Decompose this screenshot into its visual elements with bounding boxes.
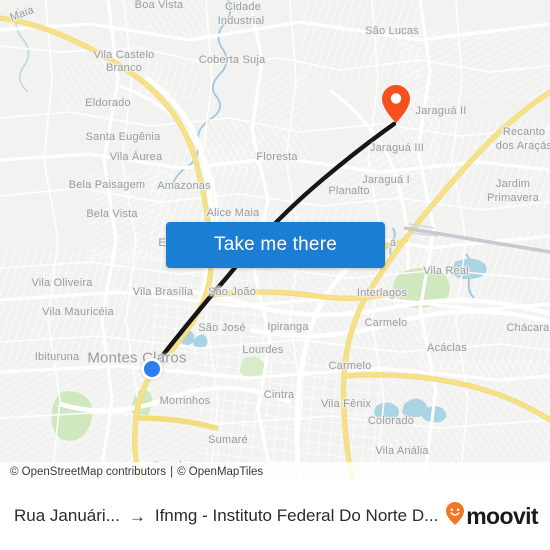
- attribution-osm[interactable]: © OpenStreetMap contributors: [10, 466, 166, 478]
- route-origin-label: Rua Januári...: [14, 506, 120, 525]
- map-attribution: © OpenStreetMap contributors | © OpenMap…: [0, 462, 550, 480]
- moovit-map-screen: Maia Boa Vista Cidade Industrial São Lucas Vi…: [0, 0, 550, 550]
- origin-location-dot[interactable]: [141, 358, 163, 380]
- take-me-there-button[interactable]: Take me there: [166, 222, 385, 268]
- moovit-logo[interactable]: moovit: [446, 502, 539, 530]
- arrow-right-icon: →: [128, 506, 146, 526]
- map-viewport[interactable]: Maia Boa Vista Cidade Industrial São Lucas Vi…: [0, 0, 550, 480]
- moovit-pin-icon: [446, 502, 465, 530]
- route-destination-label: Ifnmg - Instituto Federal Do Norte D...: [154, 506, 439, 525]
- attribution-separator: |: [170, 466, 174, 478]
- attribution-tiles[interactable]: © OpenMapTiles: [177, 466, 263, 478]
- route-footer-bar: Rua Januári... → Ifnmg - Instituto Feder…: [0, 482, 550, 550]
- route-summary[interactable]: Rua Januári... → Ifnmg - Instituto Feder…: [14, 506, 440, 526]
- moovit-wordmark: moovit: [466, 502, 538, 529]
